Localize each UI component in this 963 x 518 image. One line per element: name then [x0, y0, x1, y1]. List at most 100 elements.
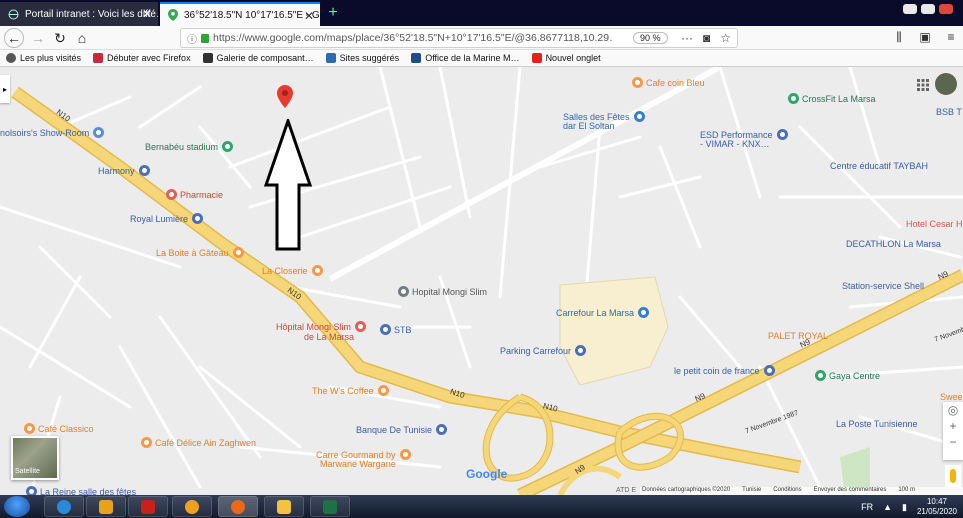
google-map[interactable]: Cafe coin Bleu CrossFit La Marsa BSB T n… — [0, 67, 963, 495]
poi-petit-coin[interactable]: le petit coin de france — [674, 365, 778, 376]
tab-intranet[interactable]: Portail intranet : Voici les diffé… ✕ — [0, 2, 158, 26]
cafe-icon — [24, 423, 35, 434]
close-window-icon[interactable] — [939, 4, 953, 14]
bookmark-most-visited[interactable]: Les plus visités — [6, 53, 81, 63]
address-bar[interactable]: ⓘ https://www.google.com/maps/place/36°5… — [180, 28, 738, 48]
region-label[interactable]: Tunisie — [742, 487, 761, 495]
clock[interactable]: 10:47 21/05/2020 — [917, 497, 957, 517]
bookmark-firefox[interactable]: Débuter avec Firefox — [93, 53, 191, 63]
terms-link[interactable]: Conditions — [773, 487, 801, 495]
home-icon[interactable]: ⌂ — [72, 28, 92, 48]
bookmark-new-tab[interactable]: Nouvel onglet — [531, 53, 601, 63]
zoom-in-button[interactable]: + — [943, 418, 963, 434]
bookmark-suggested[interactable]: Sites suggérés — [325, 53, 399, 63]
poi-bsb[interactable]: BSB T — [936, 107, 962, 117]
feedback-link[interactable]: Envoyer des commentaires — [814, 487, 887, 495]
new-tab-button[interactable]: + — [324, 3, 342, 23]
network-icon[interactable]: ▮ — [902, 502, 907, 513]
bookmark-star-icon[interactable]: ☆ — [720, 31, 731, 45]
poi-cafe-coin-bleu[interactable]: Cafe coin Bleu — [632, 77, 705, 88]
taskbar-acrobat[interactable] — [128, 496, 168, 517]
poi-royal-lumiere[interactable]: Royal Lumière — [130, 213, 206, 224]
hospital-icon — [398, 286, 409, 297]
start-button[interactable] — [4, 496, 30, 517]
poi-de-la-marsa[interactable]: de La Marsa — [304, 332, 354, 342]
pocket-icon[interactable]: ◙ — [703, 31, 710, 45]
zoom-out-button[interactable]: − — [943, 434, 963, 450]
apps-grid-icon[interactable] — [917, 79, 929, 91]
taskbar-media[interactable] — [86, 496, 126, 517]
my-location-icon[interactable]: ◎ — [943, 402, 963, 418]
poi-harmony[interactable]: Harmony — [98, 165, 153, 176]
poi-centre-educatif[interactable]: Centre éducatif TAYBAH — [830, 161, 928, 171]
taskbar-explorer[interactable] — [264, 496, 304, 517]
street-view-pegman-icon[interactable] — [945, 465, 961, 487]
poi-cafe-classico[interactable]: Café Classico — [24, 423, 94, 434]
show-hidden-icons[interactable]: ▲ — [883, 502, 892, 512]
restore-icon[interactable] — [921, 4, 935, 14]
poi-gaya-centre[interactable]: Gaya Centre — [815, 370, 880, 381]
scale-label[interactable]: 100 m — [898, 487, 915, 495]
poi-pharmacie[interactable]: Pharmacie — [166, 189, 223, 200]
tab-label: Portail intranet : Voici les diffé… — [25, 8, 158, 20]
poi-dar-el-soltan[interactable]: dar El Soltan — [563, 121, 615, 131]
taskbar-app[interactable] — [172, 496, 212, 517]
poi-decathlon[interactable]: DECATHLON La Marsa — [846, 239, 941, 249]
map-canvas[interactable] — [0, 67, 963, 495]
avatar[interactable] — [935, 73, 957, 95]
poi-showroom[interactable]: nolsoirs's Show-Room — [0, 127, 107, 138]
firefox-icon — [231, 499, 245, 514]
reload-icon[interactable]: ↻ — [50, 28, 70, 48]
taskbar-excel[interactable] — [310, 496, 350, 517]
zoom-indicator[interactable]: 90 % — [633, 32, 668, 44]
poi-palet-royal[interactable]: PALET ROYAL — [768, 331, 828, 341]
shop-icon — [192, 213, 204, 224]
poi-la-closerie[interactable]: La Closerie — [262, 265, 326, 276]
shop-icon — [93, 127, 105, 138]
poi-vimar[interactable]: - VIMAR - KNX… — [700, 139, 770, 149]
collapse-panel-button[interactable]: ▸ — [0, 75, 10, 103]
close-tab-icon[interactable]: ✕ — [142, 7, 152, 21]
globe-icon — [8, 8, 19, 20]
poi-boite-a-gateau[interactable]: La Boite à Gâteau — [156, 247, 247, 258]
poi-la-poste[interactable]: La Poste Tunisienne — [836, 419, 918, 429]
poi-w-coffee[interactable]: The W's Coffee — [312, 385, 392, 396]
back-arrow-icon[interactable]: ← — [4, 28, 24, 48]
poi-hopital-la-marsa[interactable]: Hôpital Mongi Slim — [276, 321, 369, 332]
poi-hotel-cesar[interactable]: Hotel Cesar H — [906, 219, 963, 229]
library-icon[interactable]: ⫼ — [891, 28, 907, 46]
page-actions-icon[interactable]: ··· — [681, 31, 693, 45]
poi-shell[interactable]: Station-service Shell — [842, 281, 924, 291]
tab-google-maps[interactable]: 36°52'18.5"N 10°17'16.5"E - Go… ✕ — [160, 2, 320, 26]
poi-parking-carrefour[interactable]: Parking Carrefour — [500, 345, 589, 356]
bookmark-gallery[interactable]: Galerie de composant… — [202, 53, 314, 63]
clock-date: 21/05/2020 — [916, 507, 957, 516]
lock-icon — [201, 33, 209, 43]
poi-banque-de-tunisie[interactable]: Banque De Tunisie — [356, 424, 450, 435]
taskbar-ie[interactable] — [44, 496, 84, 517]
minimize-icon[interactable] — [903, 4, 917, 14]
info-icon[interactable]: ⓘ — [187, 31, 197, 46]
poi-cafe-delice[interactable]: Café Délice Ain Zaghwen — [141, 437, 256, 448]
poi-crossfit[interactable]: CrossFit La Marsa — [788, 93, 876, 104]
taskbar-firefox[interactable] — [218, 496, 258, 517]
shop-icon — [763, 365, 775, 376]
bookmark-marine[interactable]: Office de la Marine M… — [411, 53, 520, 63]
menu-icon[interactable]: ≡ — [943, 28, 959, 46]
poi-swee[interactable]: Swee — [940, 392, 963, 402]
poi-hopital-mongi-slim[interactable]: Hopital Mongi Slim — [398, 286, 487, 297]
url-text[interactable]: https://www.google.com/maps/place/36°52'… — [213, 32, 613, 44]
forward-arrow-icon[interactable]: → — [28, 28, 48, 48]
location-pin-icon[interactable] — [277, 85, 293, 108]
zoom-controls: ◎ + − — [943, 402, 963, 460]
poi-bernabeu[interactable]: Bernabéu stadium — [145, 141, 236, 152]
poi-marwane-wargane[interactable]: Marwane Wargane — [320, 459, 396, 469]
close-tab-icon[interactable]: ✕ — [304, 9, 314, 23]
sidebar-icon[interactable]: ▣ — [917, 28, 933, 46]
cafe-icon — [232, 247, 244, 258]
poi-carrefour[interactable]: Carrefour La Marsa — [556, 307, 652, 318]
poi-stb[interactable]: STB — [380, 324, 412, 335]
language-indicator[interactable]: FR — [861, 502, 873, 512]
satellite-toggle[interactable]: Satellite — [11, 436, 59, 480]
poi-la-reine[interactable]: La Reine salle des fêtes — [26, 486, 136, 495]
